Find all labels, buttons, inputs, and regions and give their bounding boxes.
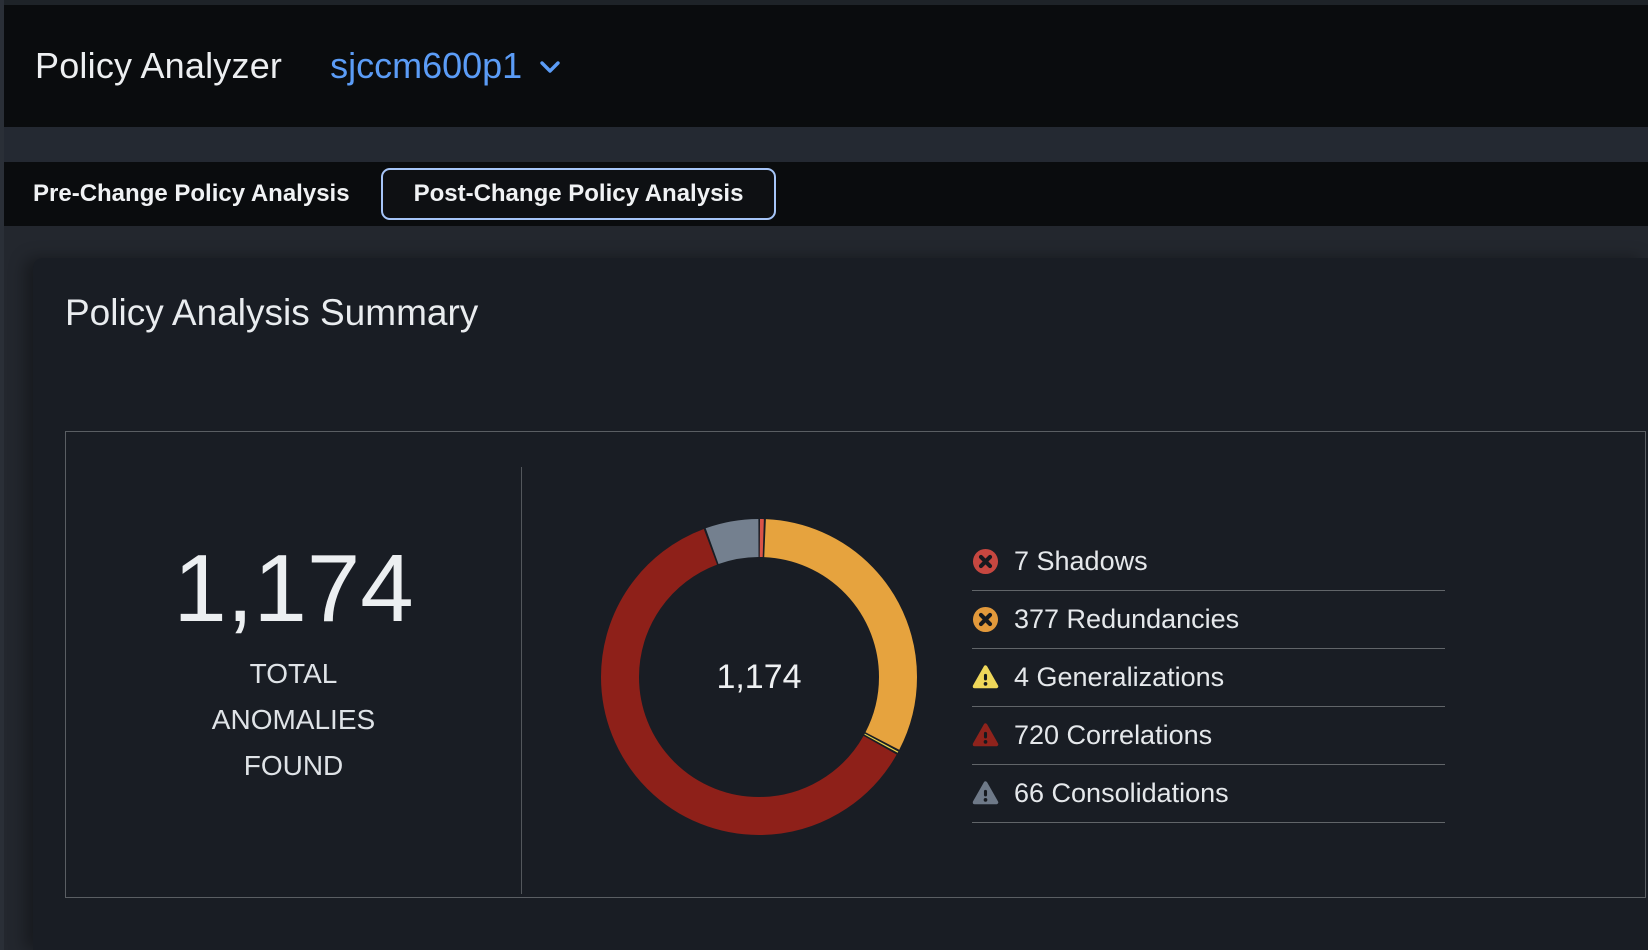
legend-label: 720 Correlations	[1014, 720, 1212, 751]
totals-column: 1,174 TOTAL ANOMALIES FOUND	[66, 432, 521, 897]
legend: 7 Shadows 377 Redundancies 4 Generalizatio…	[972, 533, 1445, 823]
donut-chart	[594, 512, 924, 842]
summary-title: Policy Analysis Summary	[65, 292, 478, 334]
tab-pre-change-policy-analysis[interactable]: Pre-Change Policy Analysis	[33, 180, 350, 208]
legend-row: 720 Correlations	[972, 707, 1445, 765]
legend-label: 4 Generalizations	[1014, 662, 1224, 693]
circle-x-icon	[972, 548, 999, 575]
tab-post-change-policy-analysis[interactable]: Post-Change Policy Analysis	[381, 168, 777, 220]
triangle-exclamation-icon	[972, 722, 999, 749]
legend-label: 377 Redundancies	[1014, 604, 1239, 635]
window-top-edge	[0, 0, 1648, 5]
header-tab-gap-strip	[0, 127, 1648, 162]
circle-x-icon	[972, 606, 999, 633]
device-name[interactable]: sjccm600p1	[330, 45, 522, 87]
legend-row: 377 Redundancies	[972, 591, 1445, 649]
device-selector[interactable]: sjccm600p1	[330, 45, 561, 87]
window-left-edge	[0, 0, 4, 950]
total-anomalies-count: 1,174	[173, 541, 413, 637]
anomalies-panel: 1,174 TOTAL ANOMALIES FOUND 1,174 7 Shad…	[65, 431, 1646, 898]
summary-card: Policy Analysis Summary 1,174 TOTAL ANOM…	[33, 258, 1648, 950]
legend-row: 4 Generalizations	[972, 649, 1445, 707]
chevron-down-icon	[539, 60, 561, 79]
legend-label: 7 Shadows	[1014, 546, 1148, 577]
legend-label: 66 Consolidations	[1014, 778, 1229, 809]
total-anomalies-caption: TOTAL ANOMALIES FOUND	[194, 651, 394, 789]
page-header: Policy Analyzer sjccm600p1	[0, 5, 1648, 127]
tab-bar: Pre-Change Policy Analysis Post-Change P…	[0, 162, 1648, 226]
app-title: Policy Analyzer	[35, 45, 282, 87]
legend-row: 66 Consolidations	[972, 765, 1445, 823]
triangle-exclamation-icon	[972, 780, 999, 807]
legend-row: 7 Shadows	[972, 533, 1445, 591]
triangle-exclamation-icon	[972, 664, 999, 691]
panel-divider	[521, 467, 522, 894]
